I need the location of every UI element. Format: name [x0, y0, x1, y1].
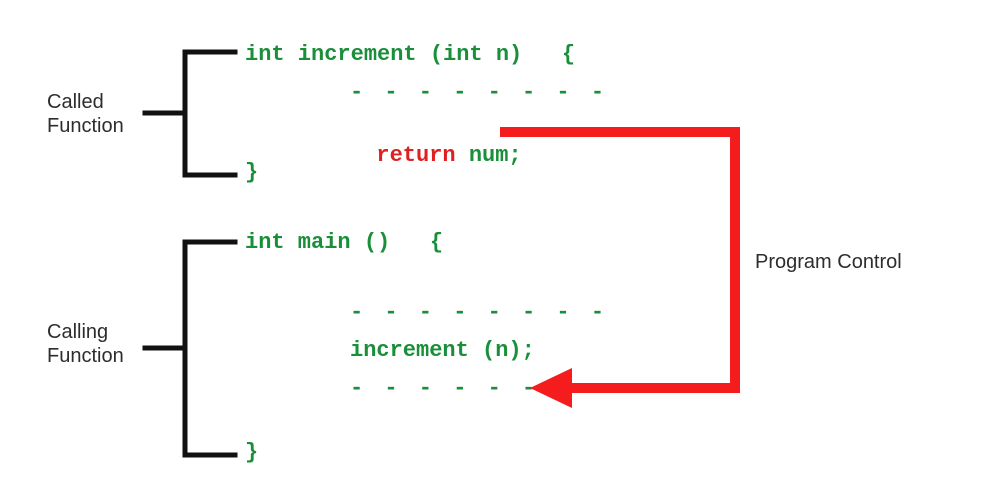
called-fn-close-brace: }: [245, 160, 258, 185]
calling-fn-body-dashes-2: - - - - - - - -: [350, 376, 608, 401]
called-fn-body-dashes: - - - - - - - -: [350, 80, 608, 105]
called-fn-return: return num;: [350, 118, 522, 168]
calling-fn-signature: int main () {: [245, 230, 443, 255]
return-keyword: return: [376, 143, 455, 168]
calling-function-label: Calling Function: [47, 320, 124, 368]
called-bracket-icon: [145, 52, 235, 175]
called-fn-signature: int increment (int n) {: [245, 42, 575, 67]
called-function-label: Called Function: [47, 90, 124, 138]
calling-fn-close-brace: }: [245, 440, 258, 465]
program-control-arrow-icon: [500, 132, 735, 408]
return-expr: num;: [456, 143, 522, 168]
calling-fn-body-dashes-1: - - - - - - - -: [350, 300, 608, 325]
calling-fn-call-line: increment (n);: [350, 338, 535, 363]
calling-bracket-icon: [145, 242, 235, 455]
program-control-label: Program Control: [755, 250, 902, 274]
